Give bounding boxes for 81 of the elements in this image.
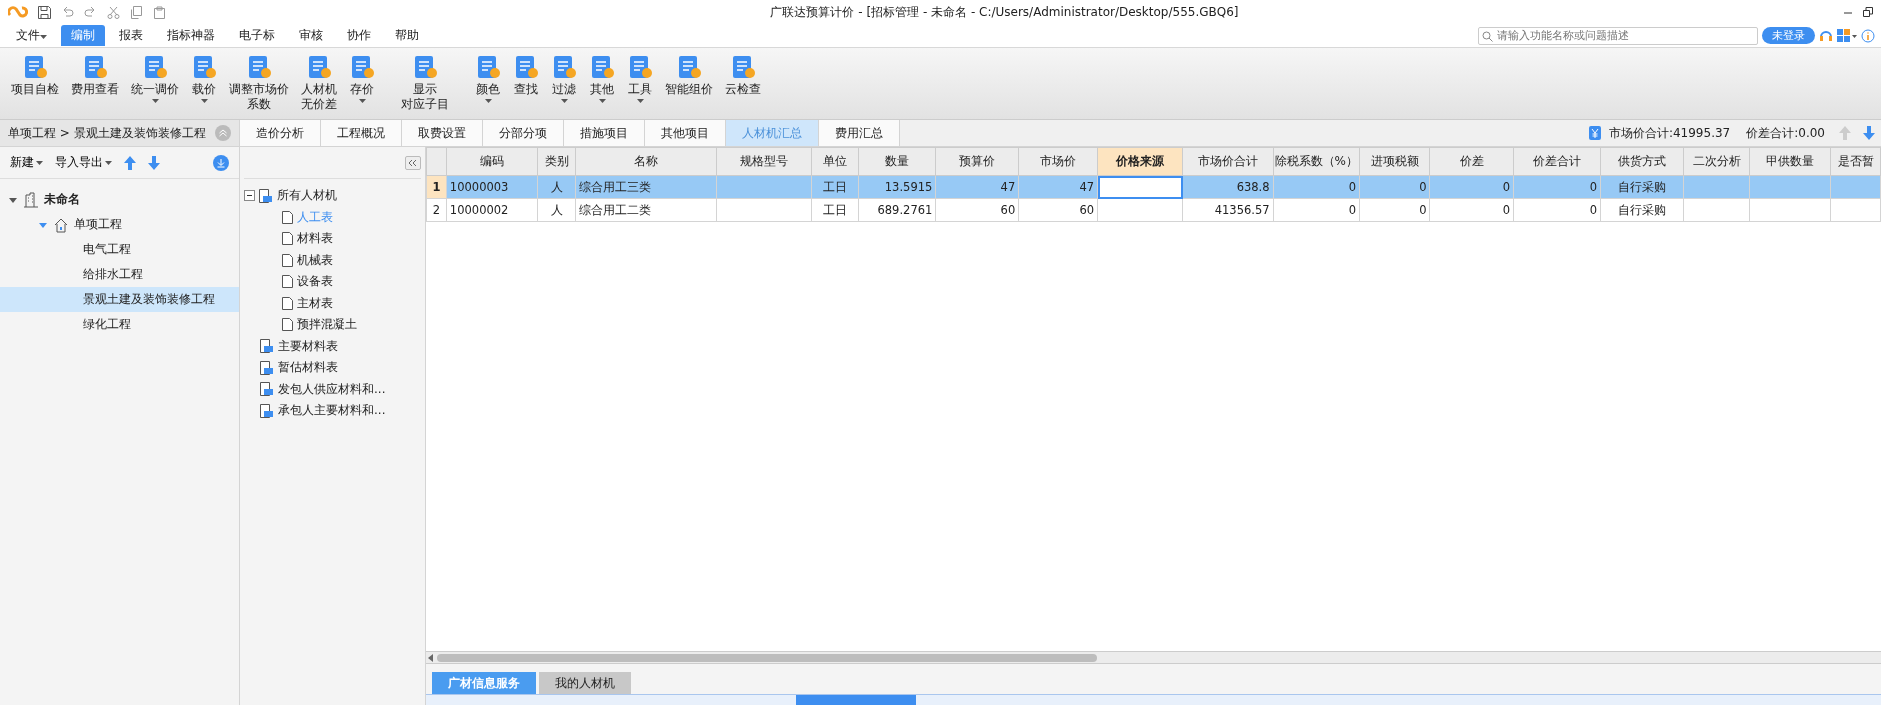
toolbar-button[interactable]: 云检查 (720, 52, 766, 99)
category-item[interactable]: 主材表 (244, 292, 421, 314)
tree-item[interactable]: 绿化工程 (0, 312, 239, 337)
column-header[interactable]: 进项税额 (1359, 147, 1430, 176)
breadcrumb: 单项工程 > 景观土建及装饰装修工程 (8, 124, 206, 142)
tree-item[interactable]: 未命名 (0, 187, 239, 212)
toolbar-button[interactable]: 新建 (10, 154, 43, 171)
menu-tab[interactable]: 协作 (337, 25, 381, 46)
column-header[interactable]: 名称 (575, 147, 717, 176)
column-header[interactable]: 编码 (446, 147, 538, 176)
toolbar-button[interactable]: 颜色 (470, 52, 506, 105)
window-title: 广联达预算计价 - [招标管理 - 未命名 - C:/Users/Administrator/Desktop/555.GBQ6] (769, 3, 1240, 21)
column-header[interactable]: 供货方式 (1600, 147, 1684, 176)
column-header[interactable]: 市场价 (1018, 147, 1098, 176)
toolbar-button[interactable]: 存价 (344, 52, 380, 105)
toolbar-button[interactable]: 过滤 (546, 52, 582, 105)
column-header[interactable]: 甲供数量 (1749, 147, 1831, 176)
tab[interactable]: 取费设置 (402, 120, 483, 146)
tab[interactable]: 措施项目 (564, 120, 645, 146)
toolbar-button[interactable]: 费用查看 (66, 52, 124, 99)
category-item[interactable]: 机械表 (244, 249, 421, 271)
tab[interactable]: 费用汇总 (819, 120, 900, 146)
tree-label: 单项工程 (74, 216, 122, 233)
column-header[interactable]: 价格来源 (1097, 147, 1183, 176)
tree-label: 给排水工程 (83, 266, 143, 283)
tab[interactable]: 工程概况 (321, 120, 402, 146)
tree-label: 绿化工程 (83, 316, 131, 333)
summary-text: 市场价合计:41995.37 (1607, 124, 1732, 142)
tab[interactable]: 我的人材机 (539, 672, 631, 694)
row-number: 1 (426, 175, 447, 199)
column-header[interactable]: 是否暂 (1830, 147, 1881, 176)
category-item[interactable]: 承包人主要材料和... (244, 400, 421, 422)
category-item[interactable]: 材料表 (244, 228, 421, 250)
tree-item[interactable]: 单项工程 (0, 212, 239, 237)
table-cell: 综合用工二类 (575, 198, 717, 222)
category-item[interactable]: 所有人材机 (244, 185, 421, 207)
column-header[interactable]: 数量 (858, 147, 936, 176)
tree-item[interactable]: 景观土建及装饰装修工程 (0, 287, 239, 312)
toolbar-button[interactable]: 项目自检 (6, 52, 64, 99)
toolbar-button[interactable]: 统一调价 (126, 52, 184, 105)
column-header[interactable]: 价差 (1429, 147, 1514, 176)
category-item[interactable]: 发包人供应材料和... (244, 378, 421, 400)
tree-label: 景观土建及装饰装修工程 (83, 291, 215, 308)
row-number: 2 (426, 198, 447, 222)
column-header[interactable]: 市场价合计 (1182, 147, 1274, 176)
toolbar-button[interactable]: 工具 (622, 52, 658, 105)
toolbar-button[interactable]: 智能组价 (660, 52, 718, 99)
toolbar-button[interactable]: 导入导出 (55, 154, 112, 171)
column-header[interactable]: 类别 (537, 147, 576, 176)
toolbar-button[interactable]: 调整市场价 系数 (224, 52, 294, 114)
category-item[interactable]: 主要材料表 (244, 335, 421, 357)
column-header[interactable]: 除税系数（%） (1273, 147, 1360, 176)
category-item[interactable]: 预拌混凝土 (244, 314, 421, 336)
menu-tab[interactable]: 报表 (109, 25, 153, 46)
tree-label: 电气工程 (83, 241, 131, 258)
menu-tab[interactable]: 审核 (289, 25, 333, 46)
tree-item[interactable]: 电气工程 (0, 237, 239, 262)
tree-item[interactable]: 给排水工程 (0, 262, 239, 287)
tab[interactable]: 其他项目 (645, 120, 726, 146)
column-header[interactable]: 预算价 (935, 147, 1019, 176)
column-header[interactable]: 单位 (811, 147, 859, 176)
summary-text: 价差合计:0.00 (1745, 124, 1826, 142)
toolbar-button[interactable]: 其他 (584, 52, 620, 105)
toolbar-button[interactable]: 载价 (186, 52, 222, 105)
column-header[interactable]: 规格型号 (716, 147, 812, 176)
search-field[interactable]: 请输入功能名称或问题描述 (1478, 26, 1758, 45)
category-item[interactable]: 暂估材料表 (244, 357, 421, 379)
tree-label: 未命名 (44, 191, 80, 208)
menu-tab[interactable]: 文件 (6, 25, 57, 46)
menu-tab[interactable]: 指标神器 (157, 25, 225, 46)
menu-tab[interactable]: 电子标 (229, 25, 285, 46)
table-cell: 综合用工三类 (575, 175, 717, 199)
toolbar-button[interactable]: 查找 (508, 52, 544, 99)
category-item[interactable]: 设备表 (244, 271, 421, 293)
column-header[interactable]: 价差合计 (1513, 147, 1601, 176)
toolbar-button[interactable]: 人材机 无价差 (296, 52, 342, 114)
menu-tab[interactable]: 帮助 (385, 25, 429, 46)
tab[interactable]: 造价分析 (240, 120, 321, 146)
column-header[interactable]: 二次分析 (1683, 147, 1750, 176)
toolbar-button[interactable]: 显示 对应子目 (396, 52, 454, 114)
tab[interactable]: 分部分项 (483, 120, 564, 146)
